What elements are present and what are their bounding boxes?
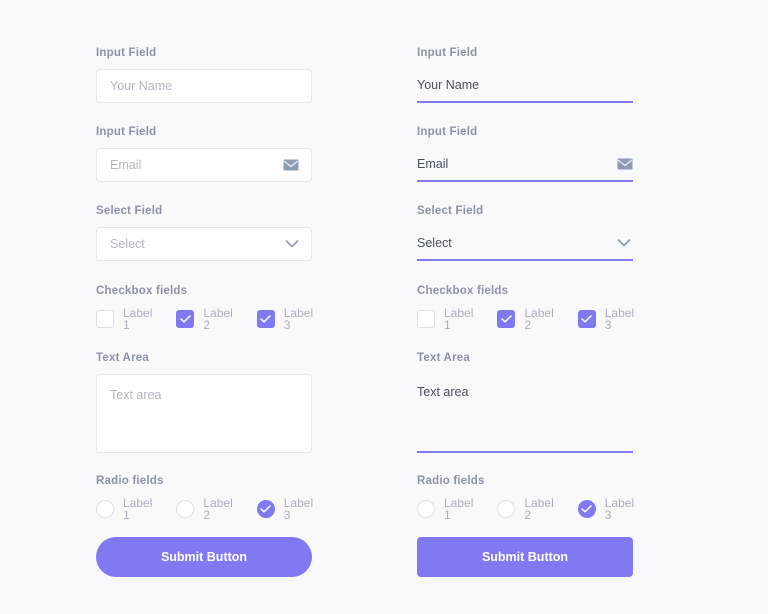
boxed-radio-option-2[interactable]: Label 2 [176, 496, 233, 522]
underline-select-field-group: Select Field Select [417, 204, 633, 261]
boxed-radio-label-1: Label 1 [123, 496, 153, 522]
form-showcase-page: Input Field Your Name Input Field Email … [0, 0, 768, 614]
radio-icon-unselected[interactable] [417, 500, 435, 518]
boxed-email-field-group: Input Field Email [96, 125, 312, 182]
chevron-down-icon[interactable] [285, 240, 299, 249]
boxed-checkbox-label-3: Label 3 [283, 306, 314, 332]
radio-icon-unselected[interactable] [176, 500, 195, 518]
radio-icon-unselected[interactable] [96, 500, 114, 518]
boxed-radio-group-label: Radio fields [96, 475, 164, 487]
boxed-checkbox-option-3[interactable]: Label 3 [256, 306, 314, 332]
underline-radio-option-2[interactable]: Label 2 [497, 496, 554, 522]
boxed-select-field-group: Select Field Select [96, 204, 312, 261]
boxed-name-field-group: Input Field Your Name [96, 46, 312, 103]
underline-checkbox-group-label: Checkbox fields [417, 285, 509, 297]
underline-textarea-value: Text area [417, 385, 469, 399]
boxed-textarea-value: Text area [110, 388, 162, 402]
boxed-radio-label-2: Label 2 [203, 496, 233, 522]
underline-radio-row: Label 1 Label 2 Label 3 [417, 496, 635, 522]
boxed-radio-row: Label 1 Label 2 Label 3 [96, 496, 314, 522]
underline-email-input-value: Email [417, 156, 449, 171]
underline-radio-group: Radio fields Label 1 Label 2 Label 3 [417, 474, 635, 522]
radio-icon-selected[interactable] [577, 500, 596, 518]
envelope-icon [617, 158, 633, 170]
underline-textarea[interactable]: Text area [417, 374, 633, 453]
boxed-checkbox-label-2: Label 2 [203, 306, 233, 332]
underline-radio-label-2: Label 2 [524, 496, 554, 522]
boxed-checkbox-group-label: Checkbox fields [96, 285, 188, 297]
underline-radio-group-label: Radio fields [417, 475, 485, 487]
underline-email-field-group: Input Field Email [417, 125, 633, 182]
boxed-select-value: Select [110, 236, 145, 251]
underline-checkbox-option-3[interactable]: Label 3 [577, 306, 635, 332]
boxed-checkbox-label-1: Label 1 [123, 306, 153, 332]
checkbox-icon-checked[interactable] [256, 310, 275, 328]
radio-icon-unselected[interactable] [497, 500, 516, 518]
underline-radio-option-3[interactable]: Label 3 [577, 496, 635, 522]
boxed-email-input[interactable]: Email [96, 148, 312, 182]
underline-email-field-label: Input Field [417, 126, 478, 138]
underline-radio-label-3: Label 3 [604, 496, 635, 522]
boxed-checkbox-row: Label 1 Label 2 Label 3 [96, 306, 314, 332]
underline-radio-option-1[interactable]: Label 1 [417, 497, 473, 521]
underline-checkbox-row: Label 1 Label 2 Label 3 [417, 306, 635, 332]
underline-checkbox-option-2[interactable]: Label 2 [497, 306, 554, 332]
boxed-submit-button[interactable]: Submit Button [96, 537, 312, 577]
envelope-icon [283, 159, 299, 171]
boxed-form-column: Input Field Your Name Input Field Email … [96, 46, 314, 577]
boxed-checkbox-group: Checkbox fields Label 1 Label 2 Label 3 [96, 284, 314, 332]
checkbox-icon-checked[interactable] [176, 310, 195, 328]
underline-name-input-value: Your Name [417, 77, 480, 92]
boxed-select-input[interactable]: Select [96, 227, 312, 261]
boxed-checkbox-option-2[interactable]: Label 2 [176, 306, 233, 332]
underline-checkbox-label-3: Label 3 [604, 306, 635, 332]
underline-form-column: Input Field Your Name Input Field Email … [417, 46, 635, 577]
radio-icon-selected[interactable] [256, 500, 275, 518]
underline-select-value: Select [417, 235, 452, 250]
underline-email-input[interactable]: Email [417, 148, 633, 182]
underline-checkbox-option-1[interactable]: Label 1 [417, 307, 473, 331]
boxed-radio-group: Radio fields Label 1 Label 2 Label 3 [96, 474, 314, 522]
boxed-textarea[interactable]: Text area [96, 374, 312, 453]
underline-select-input[interactable]: Select [417, 227, 633, 261]
underline-name-input[interactable]: Your Name [417, 69, 633, 103]
underline-checkbox-group: Checkbox fields Label 1 Label 2 Label 3 [417, 284, 635, 332]
checkbox-icon-checked[interactable] [497, 310, 516, 328]
boxed-checkbox-option-1[interactable]: Label 1 [96, 307, 152, 331]
boxed-radio-option-1[interactable]: Label 1 [96, 497, 152, 521]
underline-textarea-group: Text Area Text area [417, 351, 633, 453]
underline-checkbox-label-1: Label 1 [444, 306, 474, 332]
checkbox-icon-unchecked[interactable] [417, 310, 435, 328]
boxed-name-field-label: Input Field [96, 47, 157, 59]
boxed-select-field-label: Select Field [96, 205, 163, 217]
boxed-radio-label-3: Label 3 [283, 496, 314, 522]
underline-name-field-label: Input Field [417, 47, 478, 59]
underline-radio-label-1: Label 1 [444, 496, 474, 522]
checkbox-icon-unchecked[interactable] [96, 310, 114, 328]
boxed-name-input[interactable]: Your Name [96, 69, 312, 103]
boxed-name-input-value: Your Name [110, 78, 173, 93]
underline-select-field-label: Select Field [417, 205, 484, 217]
underline-name-field-group: Input Field Your Name [417, 46, 633, 103]
boxed-email-input-value: Email [110, 157, 142, 172]
underline-checkbox-label-2: Label 2 [524, 306, 554, 332]
underline-textarea-label: Text Area [417, 352, 470, 364]
boxed-radio-option-3[interactable]: Label 3 [256, 496, 314, 522]
boxed-email-field-label: Input Field [96, 126, 157, 138]
checkbox-icon-checked[interactable] [577, 310, 596, 328]
boxed-textarea-group: Text Area Text area [96, 351, 312, 453]
chevron-down-icon[interactable] [617, 239, 631, 248]
underline-submit-button[interactable]: Submit Button [417, 537, 633, 577]
boxed-textarea-label: Text Area [96, 352, 149, 364]
